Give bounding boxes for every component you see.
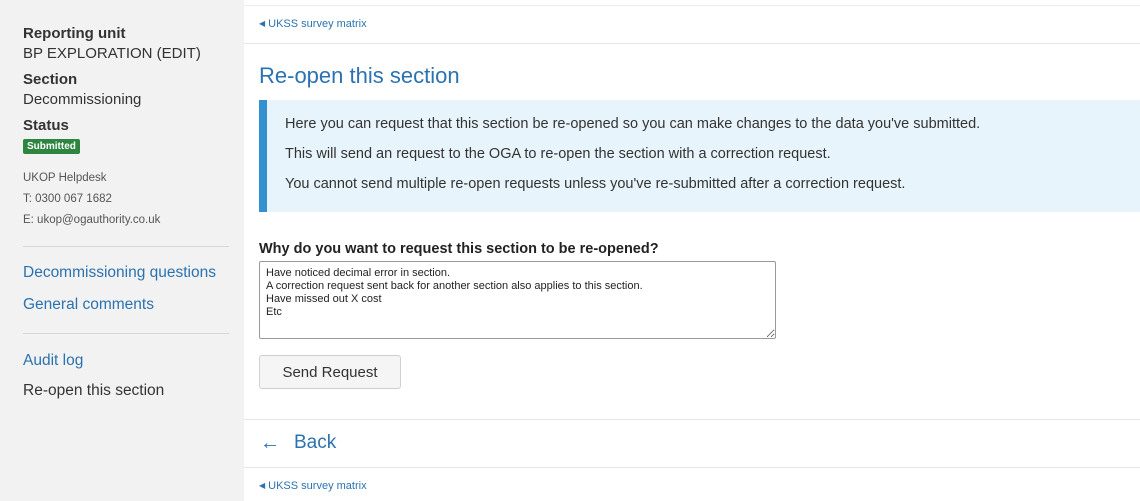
helpdesk-phone: T: 0300 067 1682 [23,193,112,205]
footer-divider [244,467,1140,468]
send-request-button[interactable]: Send Request [259,355,401,389]
helpdesk-name: UKOP Helpdesk [23,172,107,184]
sidebar: Reporting unit BP EXPLORATION (EDIT) Sec… [0,0,244,501]
sidebar-secondary-nav: Audit log Re-open this section [23,350,230,402]
header-divider [244,43,1140,44]
status-badge: Submitted [23,139,80,154]
footer-divider [244,419,1140,420]
triangle-left-icon: ◀ [259,19,266,28]
helpdesk-email: E: ukop@ogauthority.co.uk [23,214,161,226]
triangle-left-icon: ◀ [259,481,266,490]
breadcrumb-label: UKSS survey matrix [268,480,367,492]
helpdesk-contact: UKOP Helpdesk T: 0300 067 1682 E: ukop@o… [23,168,230,231]
breadcrumb-top[interactable]: ◀ UKSS survey matrix [259,18,367,30]
sidebar-item-current: Re-open this section [23,382,165,399]
info-line: Here you can request that this section b… [285,116,981,132]
sidebar-item-decommissioning-questions[interactable]: Decommissioning questions [23,262,230,284]
sidebar-nav: Decommissioning questions General commen… [23,262,230,316]
section-label: Section [23,71,78,88]
reason-textarea[interactable] [259,261,776,339]
sidebar-divider [23,246,229,247]
info-panel: Here you can request that this section b… [259,100,1140,212]
back-label: Back [294,432,337,453]
back-link[interactable]: ← Back [260,432,336,454]
page-title: Re-open this section [259,63,460,88]
main-content: ◀ UKSS survey matrix Re-open this section… [244,0,1140,501]
info-line: You cannot send multiple re-open request… [285,176,906,192]
reporting-unit-value: BP EXPLORATION (EDIT) [23,45,201,62]
section-value: Decommissioning [23,91,142,108]
status-label: Status [23,117,69,134]
breadcrumb-label: UKSS survey matrix [268,18,367,30]
sidebar-item-audit-log[interactable]: Audit log [23,350,230,372]
arrow-left-icon: ← [260,432,280,454]
sidebar-item-general-comments[interactable]: General comments [23,294,230,316]
reporting-unit-label: Reporting unit [23,25,126,42]
sidebar-divider [23,333,229,334]
info-line: This will send an request to the OGA to … [285,146,831,162]
breadcrumb-bottom[interactable]: ◀ UKSS survey matrix [259,480,367,492]
reason-question-label: Why do you want to request this section … [259,241,659,257]
top-divider [244,5,1140,6]
